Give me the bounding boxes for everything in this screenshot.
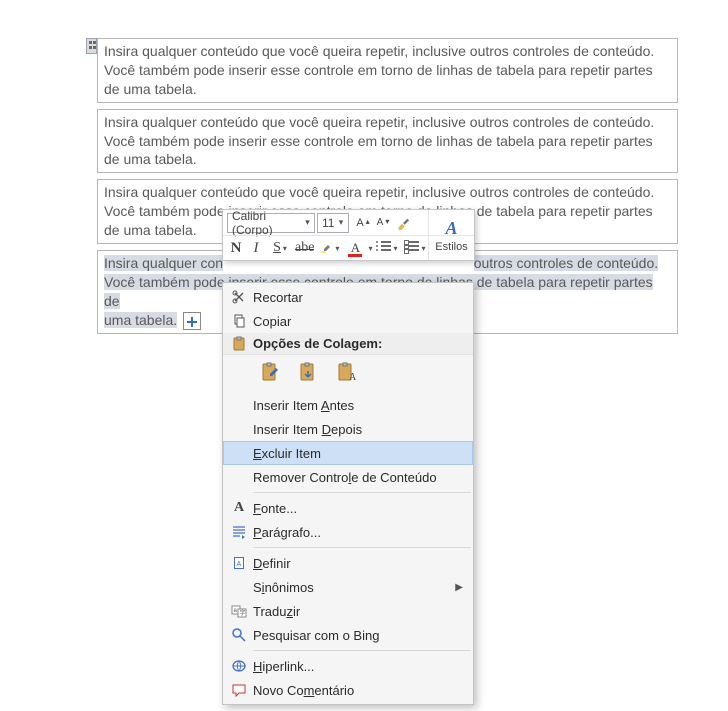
menu-cut[interactable]: Recortar bbox=[223, 285, 473, 309]
link-icon bbox=[225, 658, 253, 674]
comment-icon bbox=[225, 682, 253, 698]
underline-button[interactable]: S▾ bbox=[267, 238, 293, 258]
menu-delete-item[interactable]: Excluir Item bbox=[223, 441, 473, 465]
menu-remove-content-control[interactable]: Remover Controle de Conteúdo bbox=[223, 465, 473, 489]
repeating-item-1[interactable]: Insira qualquer conteúdo que você queira… bbox=[97, 38, 678, 103]
placeholder-text: Insira qualquer conteúdo que você queira… bbox=[104, 114, 654, 168]
menu-insert-item-after[interactable]: Inserir Item Depois bbox=[223, 417, 473, 441]
strikethrough-button[interactable]: abe bbox=[295, 238, 314, 258]
font-name-value: Calibri (Corpo) bbox=[232, 209, 303, 237]
menu-font[interactable]: A Fonte... bbox=[223, 496, 473, 520]
svg-text:A: A bbox=[237, 561, 242, 568]
paste-options-header: Opções de Colagem: bbox=[223, 333, 473, 355]
menu-translate[interactable]: a字 Traduzir bbox=[223, 599, 473, 623]
font-color-button[interactable]: A ▾ bbox=[344, 238, 372, 258]
styles-label: Estilos bbox=[435, 241, 467, 253]
strike-label: abe bbox=[295, 240, 314, 256]
numbering-icon bbox=[405, 241, 419, 255]
add-item-button[interactable] bbox=[183, 312, 201, 330]
bullets-icon bbox=[377, 241, 391, 255]
menu-label: Pesquisar com o Bing bbox=[253, 628, 463, 643]
chevron-down-icon: ▾ bbox=[303, 217, 312, 228]
format-painter-button[interactable] bbox=[391, 213, 415, 233]
menu-label: Copiar bbox=[253, 314, 463, 329]
highlight-button[interactable]: ▾ bbox=[316, 238, 342, 258]
menu-label: Sinônimos bbox=[253, 580, 455, 595]
menu-insert-item-before[interactable]: Inserir Item Antes bbox=[223, 393, 473, 417]
menu-search-bing[interactable]: Pesquisar com o Bing bbox=[223, 623, 473, 647]
search-icon bbox=[225, 627, 253, 643]
paste-text-only-button[interactable]: A bbox=[333, 359, 361, 387]
numbering-button[interactable]: ▾ bbox=[402, 238, 428, 258]
scissors-icon bbox=[225, 289, 253, 305]
paste-options-row: A bbox=[223, 355, 473, 393]
clipboard-letter-icon: A bbox=[336, 362, 358, 384]
menu-separator bbox=[253, 650, 471, 651]
styles-button[interactable]: A Estilos bbox=[428, 210, 474, 260]
content-control-handle[interactable] bbox=[86, 38, 97, 54]
bold-button[interactable]: N bbox=[227, 238, 245, 258]
clipboard-arrow-icon bbox=[298, 362, 320, 384]
font-size-combo[interactable]: 11 ▾ bbox=[317, 213, 349, 233]
placeholder-text: Insira qualquer conteúdo que você queira… bbox=[104, 43, 654, 97]
menu-label: Hiperlink... bbox=[253, 659, 463, 674]
menu-separator bbox=[253, 547, 471, 548]
svg-text:A: A bbox=[349, 372, 357, 383]
menu-label: Recortar bbox=[253, 290, 463, 305]
menu-separator bbox=[253, 492, 471, 493]
svg-text:字: 字 bbox=[240, 609, 246, 617]
highlight-icon bbox=[319, 241, 333, 255]
paintbrush-icon bbox=[396, 216, 410, 230]
font-size-value: 11 bbox=[322, 216, 334, 230]
menu-hyperlink[interactable]: Hiperlink... bbox=[223, 654, 473, 678]
styles-icon: A bbox=[445, 218, 457, 239]
bold-label: N bbox=[231, 240, 242, 257]
menu-label: Novo Comentário bbox=[253, 683, 463, 698]
paste-keep-source-button[interactable] bbox=[257, 359, 285, 387]
clipboard-icon bbox=[225, 336, 253, 352]
selected-text: outros controles de conteúdo. bbox=[474, 255, 658, 271]
menu-label: Excluir Item bbox=[253, 446, 463, 461]
menu-new-comment[interactable]: Novo Comentário bbox=[223, 678, 473, 702]
menu-paragraph[interactable]: Parágrafo... bbox=[223, 520, 473, 544]
clipboard-brush-icon bbox=[260, 362, 282, 384]
font-icon: A bbox=[225, 500, 253, 516]
book-icon: A bbox=[225, 555, 253, 571]
chevron-down-icon: ▾ bbox=[336, 217, 346, 228]
repeating-item-2[interactable]: Insira qualquer conteúdo que você queira… bbox=[97, 109, 678, 174]
italic-label: I bbox=[254, 240, 259, 257]
menu-label: Parágrafo... bbox=[253, 525, 463, 540]
menu-label: Fonte... bbox=[253, 501, 463, 516]
menu-copy[interactable]: Copiar bbox=[223, 309, 473, 333]
menu-label: Remover Controle de Conteúdo bbox=[253, 470, 463, 485]
bullets-button[interactable]: ▾ bbox=[374, 238, 400, 258]
translate-icon: a字 bbox=[225, 603, 253, 619]
shrink-font-button[interactable]: A▾ bbox=[371, 213, 389, 233]
underline-label: S bbox=[273, 240, 281, 256]
font-name-combo[interactable]: Calibri (Corpo) ▾ bbox=[227, 213, 315, 233]
selected-text: uma tabela. bbox=[104, 312, 177, 328]
menu-label: Inserir Item Depois bbox=[253, 422, 463, 437]
copy-icon bbox=[225, 313, 253, 329]
paste-merge-button[interactable] bbox=[295, 359, 323, 387]
menu-label: Opções de Colagem: bbox=[253, 336, 382, 351]
menu-label: Inserir Item Antes bbox=[253, 398, 463, 413]
menu-synonyms[interactable]: Sinônimos ▶ bbox=[223, 575, 473, 599]
italic-button[interactable]: I bbox=[247, 238, 265, 258]
context-menu: Recortar Copiar Opções de Colagem: A Ins… bbox=[222, 282, 474, 705]
chevron-right-icon: ▶ bbox=[455, 582, 463, 593]
mini-toolbar: Calibri (Corpo) ▾ 11 ▾ A▴ A▾ N I S▾ abe … bbox=[222, 209, 475, 261]
selected-text: Insira qualquer con bbox=[104, 255, 223, 271]
grow-font-button[interactable]: A▴ bbox=[351, 213, 369, 233]
menu-label: Definir bbox=[253, 556, 463, 571]
menu-label: Traduzir bbox=[253, 604, 463, 619]
menu-define[interactable]: A Definir bbox=[223, 551, 473, 575]
paragraph-icon bbox=[225, 524, 253, 540]
